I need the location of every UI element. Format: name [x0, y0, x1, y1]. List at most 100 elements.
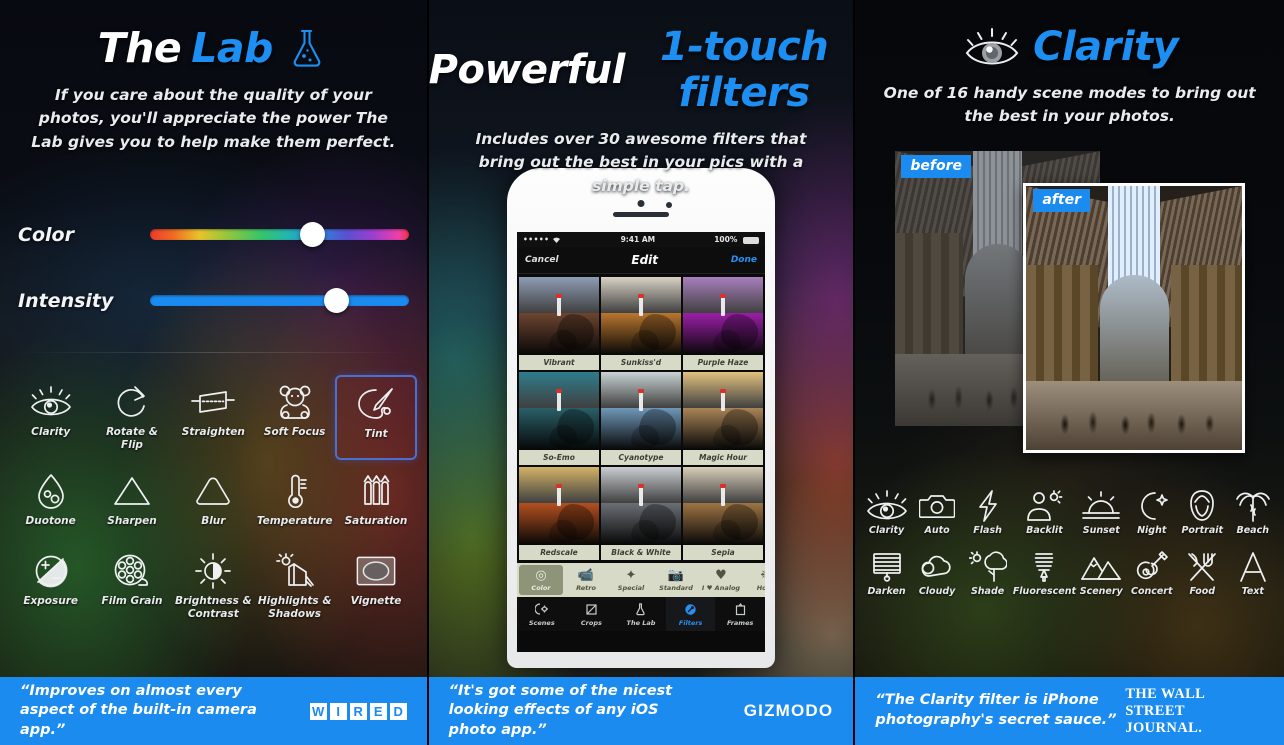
- lab-tool-soft-focus[interactable]: Soft Focus: [254, 375, 335, 460]
- panel1-quote-bar: “Improves on almost every aspect of the …: [0, 677, 427, 745]
- triangle-sharp-icon: [112, 470, 152, 512]
- filter-thumb-magic-hour[interactable]: Magic Hour: [683, 372, 763, 465]
- intensity-slider-knob[interactable]: [323, 288, 349, 314]
- bottom-tab-bar: Scenes Crops The Lab Filters Frames: [517, 597, 765, 631]
- scene-mode-food[interactable]: Food: [1177, 546, 1228, 601]
- cancel-button[interactable]: Cancel: [525, 255, 559, 265]
- filter-thumb-so-emo[interactable]: So-Emo: [519, 372, 599, 465]
- after-badge: after: [1033, 188, 1090, 212]
- scene-mode-night[interactable]: Night: [1127, 485, 1177, 540]
- slider-label-color: Color: [18, 223, 74, 246]
- train-hall-image-after: [1026, 185, 1243, 450]
- lab-tool-label: Brightness & Contrast: [174, 595, 252, 621]
- filter-category-holly[interactable]: ❉Holly: [744, 565, 765, 595]
- filter-thumb-vibrant[interactable]: Vibrant: [519, 277, 599, 370]
- wired-letter: W: [309, 702, 327, 720]
- lab-tool-brightness-contrast[interactable]: Brightness & Contrast: [173, 544, 254, 629]
- after-photo: [1023, 182, 1246, 453]
- wired-logo: WIRED: [309, 702, 407, 720]
- done-button[interactable]: Done: [731, 255, 757, 265]
- gizmodo-logo: GIZMODO: [743, 701, 834, 720]
- tab-the-lab[interactable]: The Lab: [616, 597, 666, 631]
- filter-category-i-analog[interactable]: ♥ I ♥ Analog: [699, 565, 743, 595]
- intensity-slider-track[interactable]: [150, 288, 409, 314]
- scene-mode-backlit[interactable]: Backlit: [1013, 485, 1076, 540]
- filter-thumb-purple-haze[interactable]: Purple Haze: [683, 277, 763, 370]
- color-slider-knob[interactable]: [300, 222, 326, 248]
- lab-tool-film-grain[interactable]: Film Grain: [91, 544, 172, 629]
- filter-thumb-black-white[interactable]: Black & White: [601, 467, 681, 560]
- battery-status: 100%: [714, 235, 759, 244]
- backlit-person-icon: [1025, 489, 1063, 523]
- lab-tool-straighten[interactable]: Straighten: [173, 375, 254, 460]
- scene-mode-label: Darken: [867, 585, 906, 597]
- lab-tool-highlights-shadows[interactable]: Highlights & Shadows: [254, 544, 335, 629]
- filter-thumb-cyanotype[interactable]: Cyanotype: [601, 372, 681, 465]
- panel2-header: Powerful 1-touch filters Includes over 3…: [429, 0, 854, 198]
- filter-name-label: Sepia: [683, 545, 763, 560]
- lab-tool-saturation[interactable]: Saturation: [335, 464, 416, 540]
- filter-thumb-redscale[interactable]: Redscale: [519, 467, 599, 560]
- palm-tree-icon: [1235, 489, 1271, 523]
- lab-tool-tint[interactable]: Tint: [335, 374, 417, 460]
- scene-mode-scenery[interactable]: Scenery: [1076, 546, 1127, 601]
- signal-dots: •••••: [523, 235, 550, 244]
- lab-tool-label: Rotate & Flip: [106, 425, 158, 451]
- blinds-icon: [871, 550, 903, 584]
- color-circles-icon: ◎: [535, 567, 547, 583]
- filter-category-standard[interactable]: 📷 Standard: [654, 565, 698, 595]
- flask-icon: [283, 25, 329, 71]
- house-sun-icon: [275, 550, 315, 592]
- lab-tool-sharpen[interactable]: Sharpen: [91, 464, 172, 540]
- filter-preview-image: [683, 372, 763, 450]
- droplet-icon: [35, 470, 67, 512]
- scene-mode-cloudy[interactable]: Cloudy: [912, 546, 963, 601]
- scene-mode-text[interactable]: Text: [1228, 546, 1279, 601]
- scene-mode-concert[interactable]: Concert: [1127, 546, 1177, 601]
- scene-mode-portrait[interactable]: Portrait: [1177, 485, 1228, 540]
- panel2-title-white: Powerful: [428, 47, 626, 93]
- app-store-screenshot-set: The Lab If you care about the quality of…: [0, 0, 1284, 745]
- lab-tool-vignette[interactable]: Vignette: [335, 544, 416, 629]
- scene-mode-auto[interactable]: Auto: [912, 485, 963, 540]
- tab-frames[interactable]: Frames: [715, 597, 765, 631]
- tab-crops[interactable]: Crops: [567, 597, 617, 631]
- eye-icon: [865, 489, 909, 523]
- scene-mode-shade[interactable]: Shade: [962, 546, 1012, 601]
- filter-preview-image: [519, 277, 599, 355]
- filter-category-retro[interactable]: 📹 Retro: [564, 565, 608, 595]
- filter-category-color[interactable]: ◎ Color: [519, 565, 563, 595]
- lab-tool-rotate-flip[interactable]: Rotate & Flip: [91, 375, 172, 460]
- lab-tool-clarity[interactable]: Clarity: [10, 375, 91, 460]
- crayons-icon: [359, 470, 393, 512]
- scene-mode-beach[interactable]: Beach: [1228, 485, 1279, 540]
- lab-tool-temperature[interactable]: Temperature: [254, 464, 335, 540]
- tab-label: Scenes: [528, 618, 555, 627]
- scene-mode-darken[interactable]: Darken: [861, 546, 911, 601]
- filter-category-label: Standard: [659, 583, 693, 592]
- filter-name-label: Sunkiss'd: [601, 355, 681, 370]
- lab-tool-label: Clarity: [31, 425, 71, 438]
- eye-icon: [961, 25, 1023, 69]
- flask-icon: [634, 602, 647, 617]
- filter-preview-image: [683, 277, 763, 355]
- nav-title: Edit: [631, 253, 659, 267]
- color-slider-track[interactable]: [150, 222, 409, 248]
- scene-mode-flash[interactable]: Flash: [962, 485, 1012, 540]
- scene-mode-label: Scenery: [1079, 585, 1123, 597]
- frame-icon: [734, 602, 747, 617]
- scene-modes-grid: Clarity Auto Flash Backlit Sunset Night Portra…: [855, 477, 1284, 601]
- filter-thumb-sepia[interactable]: Sepia: [683, 467, 763, 560]
- filter-category-special[interactable]: ✦ Special: [609, 565, 653, 595]
- scene-mode-fluorescent[interactable]: Fluorescent: [1013, 546, 1076, 601]
- lab-tool-blur[interactable]: Blur: [173, 464, 254, 540]
- filter-thumb-sunkiss-d[interactable]: Sunkiss'd: [601, 277, 681, 370]
- scene-mode-sunset[interactable]: Sunset: [1076, 485, 1127, 540]
- tab-filters[interactable]: Filters: [665, 597, 716, 631]
- tab-scenes[interactable]: Scenes: [517, 597, 567, 631]
- filter-category-strip[interactable]: ◎ Color 📹 Retro ✦ Special 📷 Standard ♥ I ♥ Analog…: [517, 563, 765, 597]
- scene-mode-clarity[interactable]: Clarity: [861, 485, 911, 540]
- lab-tool-exposure[interactable]: Exposure: [10, 544, 91, 629]
- slider-label-intensity: Intensity: [18, 289, 114, 312]
- lab-tool-duotone[interactable]: Duotone: [10, 464, 91, 540]
